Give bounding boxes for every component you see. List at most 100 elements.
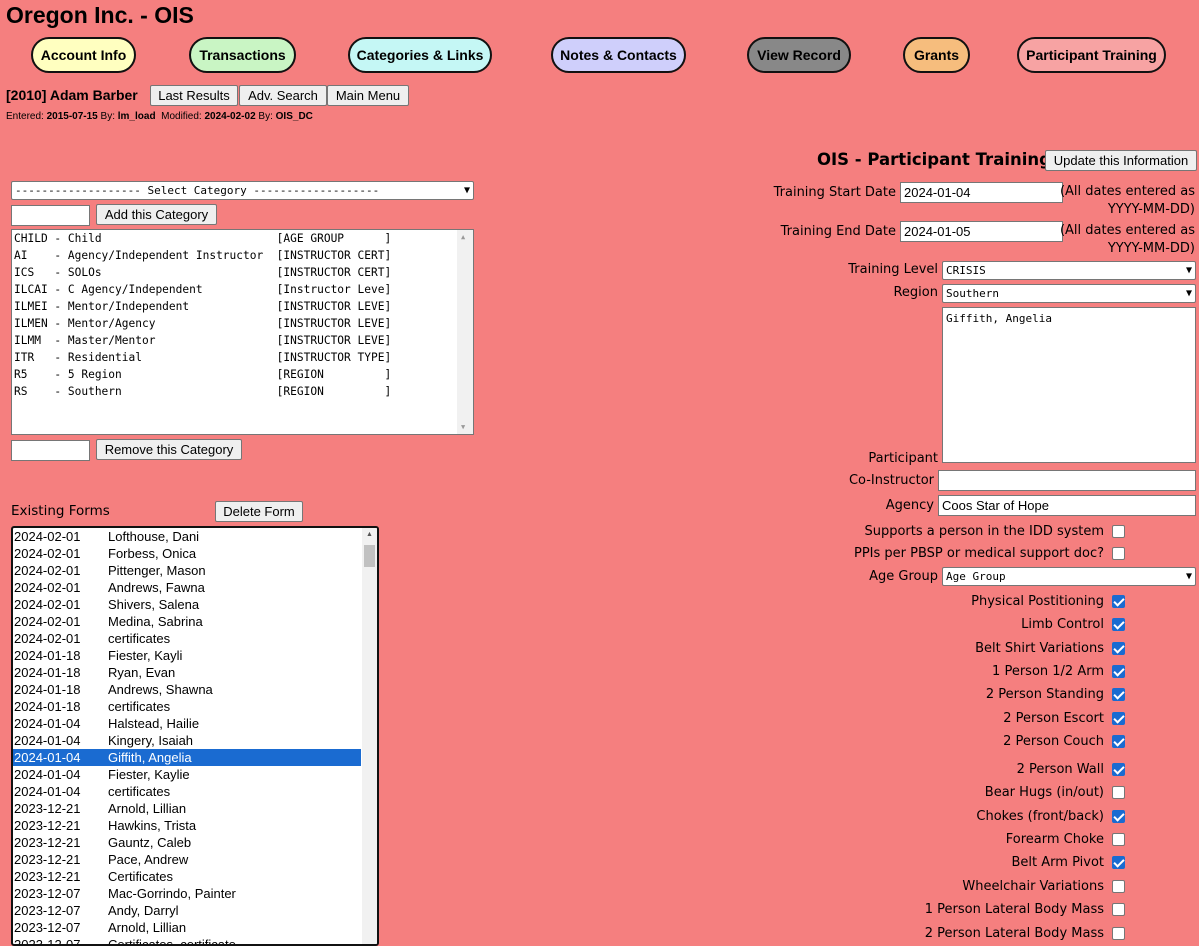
tab-categories-links[interactable]: Categories & Links <box>348 37 492 73</box>
form-row[interactable]: 2023-12-21 Certificates <box>13 868 377 885</box>
remove-category-button[interactable]: Remove this Category <box>96 439 242 460</box>
category-item[interactable]: RS - Southern [REGION ] <box>14 383 473 400</box>
checkbox[interactable] <box>1112 810 1125 823</box>
form-participant-name: Shivers, Salena <box>108 597 200 612</box>
checkbox[interactable] <box>1112 786 1125 799</box>
checkbox[interactable] <box>1112 903 1125 916</box>
scroll-up-icon[interactable]: ▲ <box>366 531 373 538</box>
form-row[interactable]: 2023-12-07 Mac-Gorrindo, Painter <box>13 885 377 902</box>
form-row[interactable]: 2024-02-01 Shivers, Salena <box>13 596 377 613</box>
form-row[interactable]: 2024-02-01 Medina, Sabrina <box>13 613 377 630</box>
category-item[interactable]: ITR - Residential [INSTRUCTOR TYPE] <box>14 349 473 366</box>
add-category-button[interactable]: Add this Category <box>96 204 217 225</box>
adv-search-button[interactable]: Adv. Search <box>239 85 327 106</box>
delete-form-button[interactable]: Delete Form <box>215 501 303 522</box>
agency-input[interactable]: Coos Star of Hope <box>938 495 1196 516</box>
checkbox[interactable] <box>1112 547 1125 560</box>
form-row[interactable]: 2024-01-18 Andrews, Shawna <box>13 681 377 698</box>
checkbox[interactable] <box>1112 665 1125 678</box>
category-item[interactable]: ILMEI - Mentor/Independent [INSTRUCTOR L… <box>14 298 473 315</box>
category-list-scrollbar[interactable]: ▲ ▼ <box>457 230 473 434</box>
form-row[interactable]: 2024-01-04 Giffith, Angelia <box>13 749 361 766</box>
remove-category-code-input[interactable] <box>11 440 90 461</box>
checkbox[interactable] <box>1112 856 1125 869</box>
scroll-up-icon[interactable]: ▲ <box>461 233 465 241</box>
form-row[interactable]: 2024-02-01 Andrews, Fawna <box>13 579 377 596</box>
category-item[interactable]: ILMEN - Mentor/Agency [INSTRUCTOR LEVE] <box>14 315 473 332</box>
checkbox[interactable] <box>1112 735 1125 748</box>
form-row[interactable]: 2024-01-18 Ryan, Evan <box>13 664 377 681</box>
checkbox-label: 2 Person Wall <box>1016 762 1104 777</box>
form-row[interactable]: 2024-02-01 Pittenger, Mason <box>13 562 377 579</box>
checkbox[interactable] <box>1112 525 1125 538</box>
category-select[interactable]: ------------------- Select Category ----… <box>11 181 474 200</box>
form-date: 2024-01-04 <box>14 767 81 782</box>
category-list[interactable]: CHILD - Child [AGE GROUP ] AI - Agency/In… <box>11 229 474 435</box>
last-results-button[interactable]: Last Results <box>150 85 238 106</box>
checkbox[interactable] <box>1112 642 1125 655</box>
form-participant-name: Certificates <box>108 869 174 884</box>
form-row[interactable]: 2023-12-07 Arnold, Lillian <box>13 919 377 936</box>
category-item[interactable]: AI - Agency/Independent Instructor [INST… <box>14 247 473 264</box>
by-label: By: <box>100 111 115 122</box>
form-row[interactable]: 2024-02-01 Forbess, Onica <box>13 545 377 562</box>
category-item[interactable]: R5 - 5 Region [REGION ] <box>14 366 473 383</box>
form-participant-name: Pace, Andrew <box>108 852 189 867</box>
entered-by: lm_load <box>117 111 156 122</box>
tab-participant-training[interactable]: Participant Training <box>1017 37 1166 73</box>
form-participant-name: Andy, Darryl <box>108 903 179 918</box>
category-item[interactable]: ILMM - Master/Mentor [INSTRUCTOR LEVE] <box>14 332 473 349</box>
form-row[interactable]: 2024-01-18 certificates <box>13 698 377 715</box>
age-group-select[interactable]: Age Group ▼ <box>942 567 1196 586</box>
form-row[interactable]: 2023-12-07 Andy, Darryl <box>13 902 377 919</box>
form-row[interactable]: 2024-02-01 Lofthouse, Dani <box>13 528 377 545</box>
scroll-down-icon[interactable]: ▼ <box>461 423 465 431</box>
form-row[interactable]: 2023-12-21 Gauntz, Caleb <box>13 834 377 851</box>
region-select[interactable]: Southern ▼ <box>942 284 1196 303</box>
existing-forms-list[interactable]: 2024-02-01 Lofthouse, Dani 2024-02-01 Forbe… <box>11 526 379 946</box>
form-row[interactable]: 2023-12-07 Certificates, certificate <box>13 936 377 944</box>
form-row[interactable]: 2024-01-04 Halstead, Hailie <box>13 715 377 732</box>
form-date: 2024-01-18 <box>14 682 81 697</box>
section-title: OIS - Participant Training <box>817 150 1051 169</box>
form-row[interactable]: 2024-02-01 certificates <box>13 630 377 647</box>
form-row[interactable]: 2024-01-18 Fiester, Kayli <box>13 647 377 664</box>
existing-forms-label: Existing Forms <box>11 503 110 519</box>
form-participant-name: Giffith, Angelia <box>108 750 192 765</box>
add-category-code-input[interactable] <box>11 205 90 226</box>
checkbox[interactable] <box>1112 763 1125 776</box>
tab-view-record[interactable]: View Record <box>747 37 851 73</box>
scroll-thumb[interactable] <box>364 545 375 567</box>
checkbox[interactable] <box>1112 688 1125 701</box>
category-item[interactable]: CHILD - Child [AGE GROUP ] <box>14 230 473 247</box>
form-row[interactable]: 2023-12-21 Hawkins, Trista <box>13 817 377 834</box>
training-end-input[interactable]: 2024-01-05 <box>900 221 1063 242</box>
checkbox[interactable] <box>1112 618 1125 631</box>
training-start-input[interactable]: 2024-01-04 <box>900 182 1063 203</box>
main-menu-button[interactable]: Main Menu <box>327 85 409 106</box>
checkbox[interactable] <box>1112 595 1125 608</box>
category-item[interactable]: ICS - SOLOs [INSTRUCTOR CERT] <box>14 264 473 281</box>
form-participant-name: certificates <box>108 784 171 799</box>
training-level-select[interactable]: CRISIS ▼ <box>942 261 1196 280</box>
form-row[interactable]: 2023-12-21 Arnold, Lillian <box>13 800 377 817</box>
update-button[interactable]: Update this Information <box>1045 150 1197 171</box>
category-item[interactable]: ILCAI - C Agency/Independent [Instructor… <box>14 281 473 298</box>
form-row[interactable]: 2024-01-04 Kingery, Isaiah <box>13 732 377 749</box>
tab-transactions[interactable]: Transactions <box>189 37 296 73</box>
form-row[interactable]: 2024-01-04 certificates <box>13 783 377 800</box>
checkbox[interactable] <box>1112 833 1125 846</box>
form-row[interactable]: 2024-01-04 Fiester, Kaylie <box>13 766 377 783</box>
participant-textarea[interactable]: Giffith, Angelia <box>942 307 1196 463</box>
form-participant-name: certificates <box>108 699 171 714</box>
checkbox[interactable] <box>1112 712 1125 725</box>
checkbox[interactable] <box>1112 880 1125 893</box>
checkbox[interactable] <box>1112 927 1125 940</box>
tab-notes-contacts[interactable]: Notes & Contacts <box>551 37 686 73</box>
co-instructor-input[interactable] <box>938 470 1196 491</box>
tab-account-info[interactable]: Account Info <box>31 37 136 73</box>
forms-scrollbar[interactable]: ▲ <box>362 528 377 944</box>
tab-grants[interactable]: Grants <box>903 37 970 73</box>
form-date: 2024-01-04 <box>14 750 81 765</box>
form-row[interactable]: 2023-12-21 Pace, Andrew <box>13 851 377 868</box>
